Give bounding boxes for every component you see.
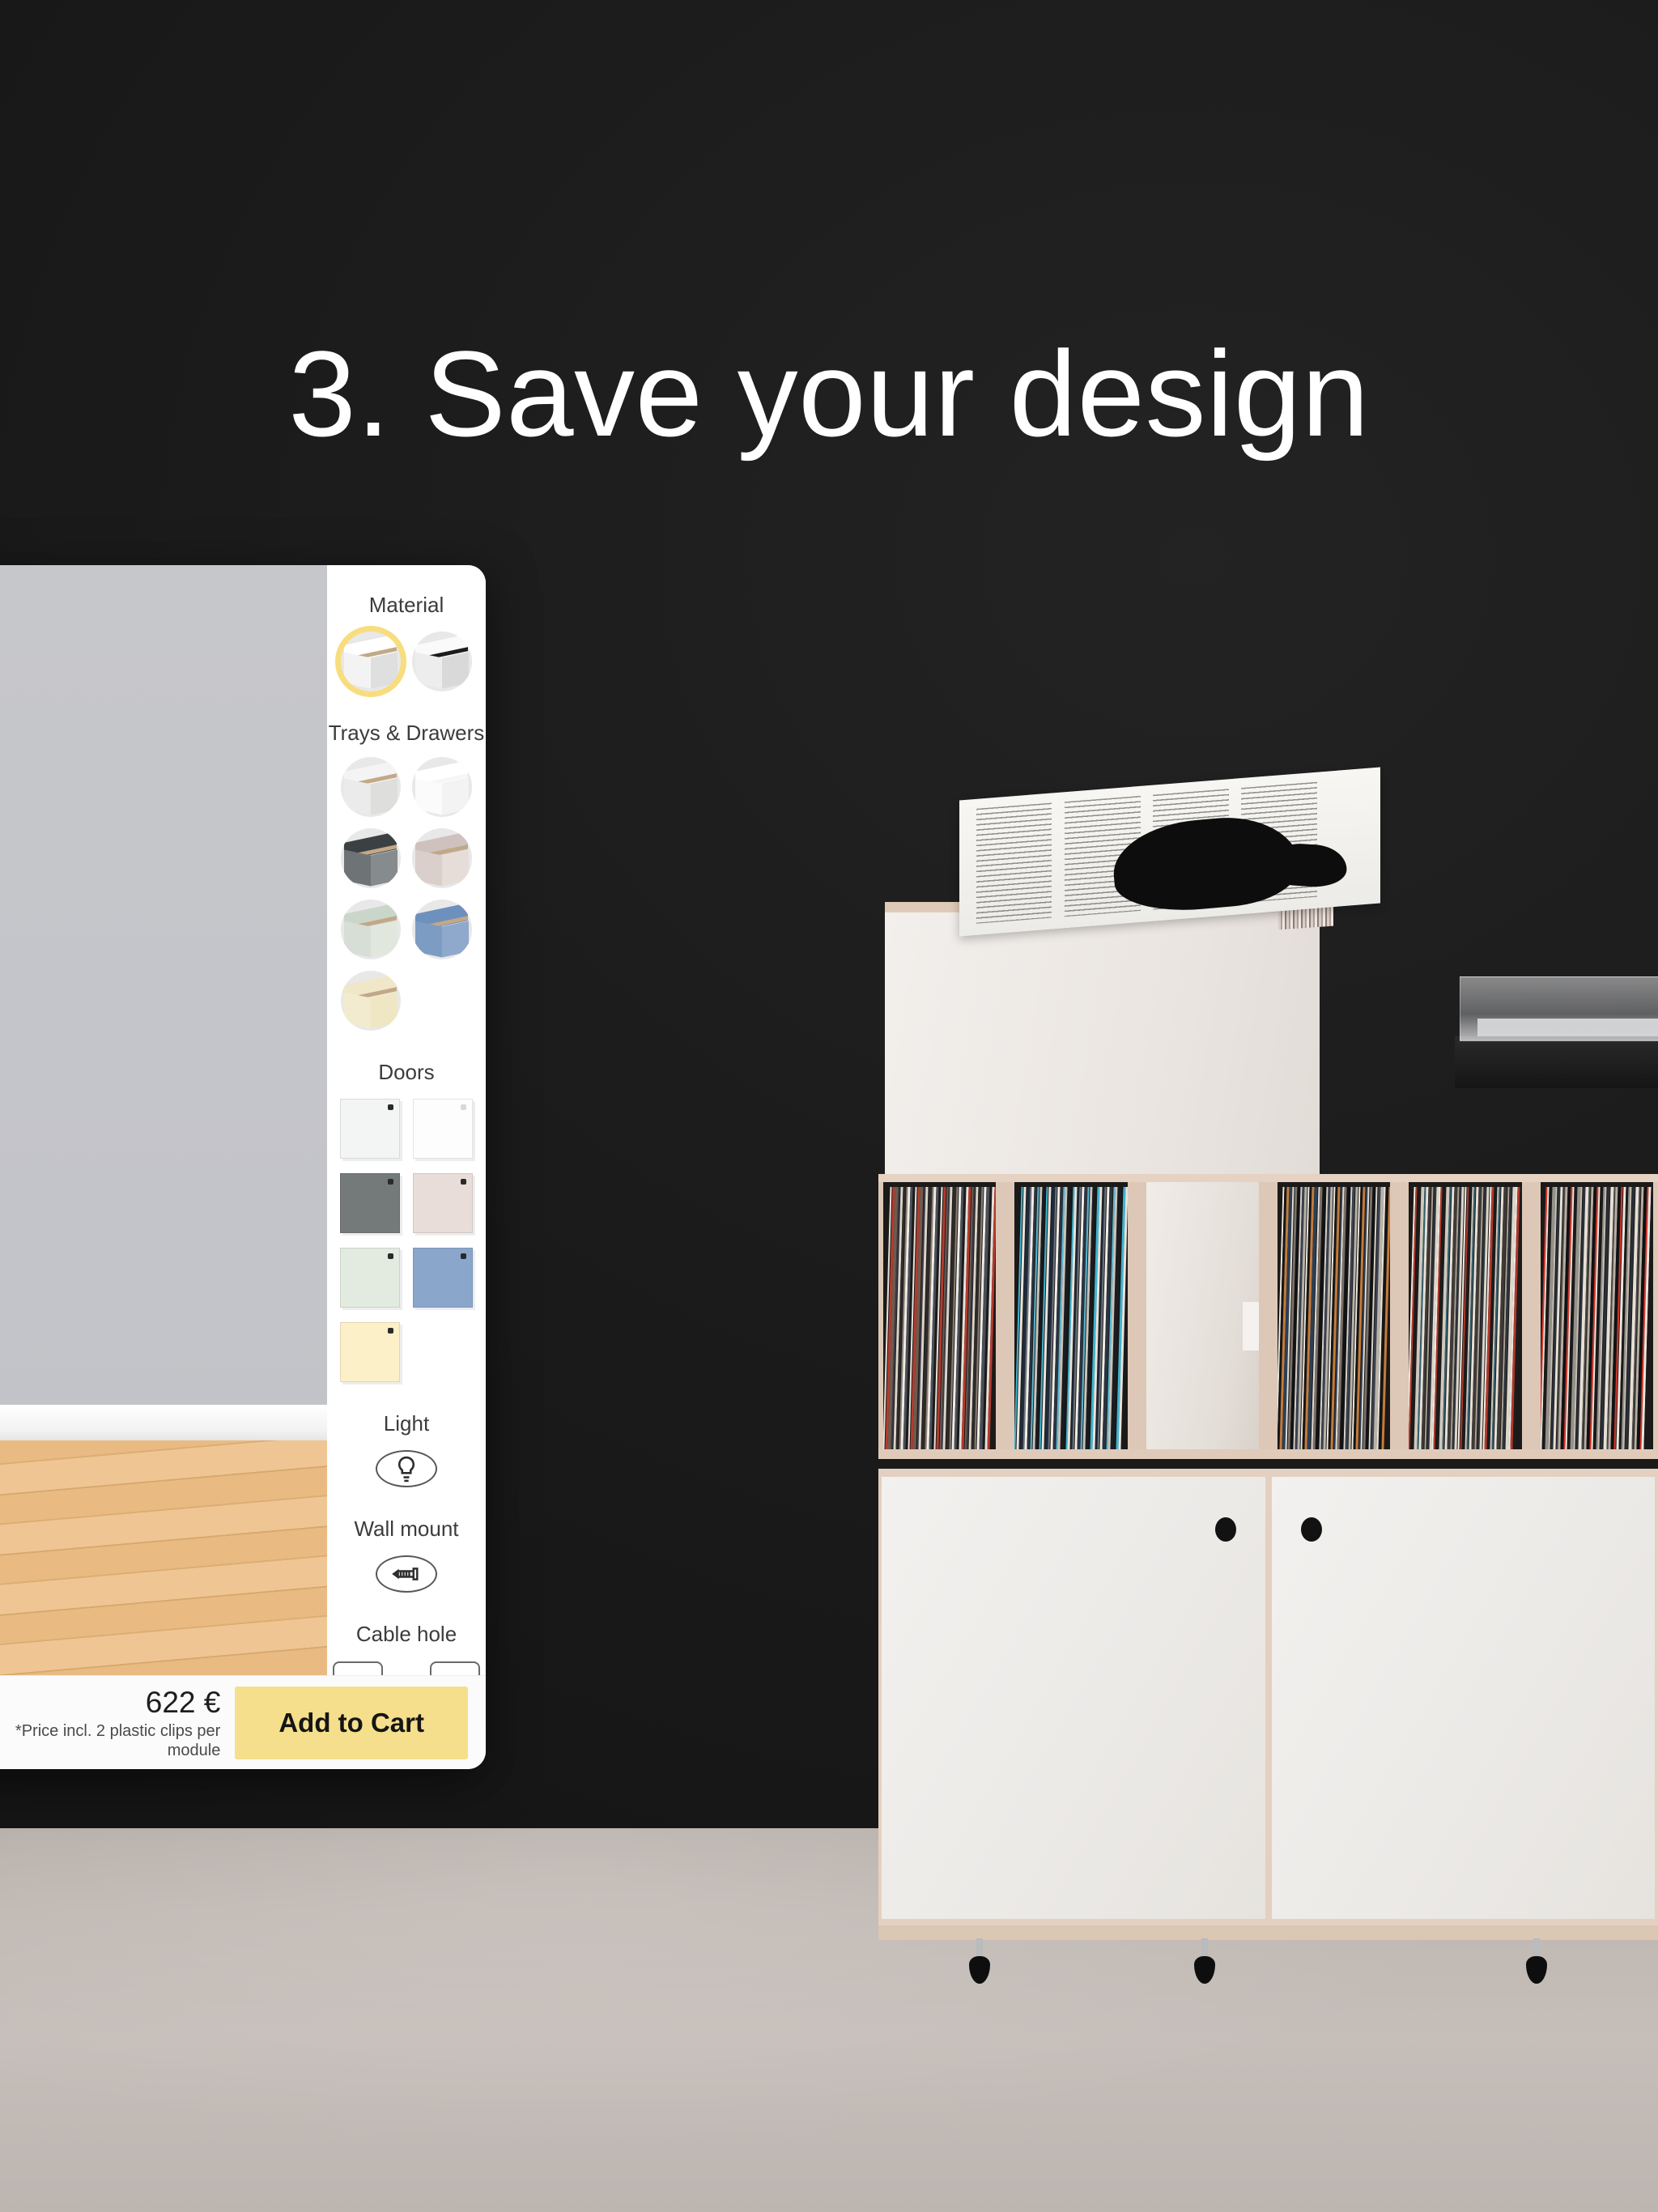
tray-swatch-pure-white[interactable] [412, 757, 472, 818]
cable-hole-options [333, 1661, 480, 1675]
lower-cabinet-row [878, 1469, 1658, 1930]
screenshot-root: 3. Save your design Material Trays & Dra… [0, 0, 1658, 2212]
cabinet-door [882, 1477, 1265, 1919]
furniture-photo [878, 767, 1658, 2002]
door-swatch-denim-blue[interactable] [413, 1248, 473, 1308]
record-bay [1005, 1182, 1128, 1449]
configurator-body: Material Trays & Drawers Doors Light Wal… [0, 565, 486, 1675]
record-bay [883, 1182, 997, 1449]
light-option-button[interactable] [376, 1449, 437, 1487]
cabinet-foot [969, 1938, 990, 1984]
3d-preview-canvas[interactable] [0, 565, 327, 1675]
record-bay [1531, 1182, 1653, 1449]
section-title-cable-hole: Cable hole [355, 1621, 457, 1646]
section-title-doors: Doors [378, 1060, 435, 1085]
door-swatch-white[interactable] [340, 1099, 400, 1159]
record-bay [1400, 1182, 1522, 1449]
material-swatch-black-edge[interactable] [412, 631, 472, 691]
tray-swatch-dusty-rose[interactable] [412, 828, 472, 889]
tray-swatch-dark-grey[interactable] [341, 828, 401, 889]
door-swatch-dusty-rose[interactable] [413, 1173, 473, 1234]
door-knob [1300, 1517, 1322, 1542]
section-title-wall-mount: Wall mount [354, 1516, 459, 1541]
wall-mount-option-button[interactable] [376, 1555, 437, 1593]
cable-hole-right-option[interactable] [430, 1661, 480, 1675]
chevron-down-icon[interactable] [388, 1668, 425, 1675]
page-title: 3. Save your design [288, 325, 1370, 462]
trays-drawers-swatch-grid [341, 757, 472, 1032]
options-sidebar[interactable]: Material Trays & Drawers Doors Light Wal… [327, 565, 486, 1675]
top-storage-box [885, 907, 1320, 1174]
configurator-footer: 622 € *Price incl. 2 plastic clips per m… [0, 1675, 486, 1769]
record-bay [1268, 1182, 1391, 1449]
doors-swatch-grid [340, 1099, 473, 1383]
preview-floor [0, 1440, 327, 1675]
configurator-window: Material Trays & Drawers Doors Light Wal… [0, 565, 486, 1769]
bay-door-edge [1242, 1302, 1259, 1351]
screw-icon [392, 1567, 419, 1580]
tray-swatch-cream-yellow[interactable] [341, 971, 401, 1032]
section-title-light: Light [383, 1411, 430, 1436]
tray-swatch-sage-green[interactable] [341, 900, 401, 960]
cable-hole-left-option[interactable] [333, 1661, 383, 1675]
door-swatch-pure-white[interactable] [413, 1099, 473, 1159]
add-to-cart-button[interactable]: Add to Cart [235, 1686, 468, 1759]
door-knob [1214, 1517, 1236, 1542]
price-block: 622 € *Price incl. 2 plastic clips per m… [0, 1685, 220, 1759]
section-title-material: Material [368, 593, 444, 617]
door-swatch-grey[interactable] [340, 1173, 400, 1234]
preview-skirting [0, 1405, 327, 1442]
cabinet-foot [1526, 1938, 1547, 1984]
turntable-base [1455, 1036, 1658, 1088]
section-title-trays-drawers: Trays & Drawers [328, 720, 485, 745]
cabinet-door [1271, 1477, 1655, 1919]
cabinet-foot [1194, 1938, 1215, 1984]
record-shelf-row [878, 1174, 1658, 1459]
lightbulb-icon [397, 1456, 415, 1482]
total-price: 622 € [145, 1686, 221, 1720]
material-swatch-grid [341, 631, 472, 691]
material-swatch-wood-edge[interactable] [341, 631, 401, 691]
tray-swatch-denim-blue[interactable] [412, 900, 472, 960]
door-swatch-cream-yellow[interactable] [340, 1322, 400, 1383]
tray-swatch-white[interactable] [341, 757, 401, 818]
turntable-lid [1460, 976, 1658, 1041]
door-swatch-sage-green[interactable] [340, 1248, 400, 1308]
price-disclaimer: *Price incl. 2 plastic clips per module [15, 1721, 221, 1759]
empty-bay [1137, 1182, 1259, 1449]
